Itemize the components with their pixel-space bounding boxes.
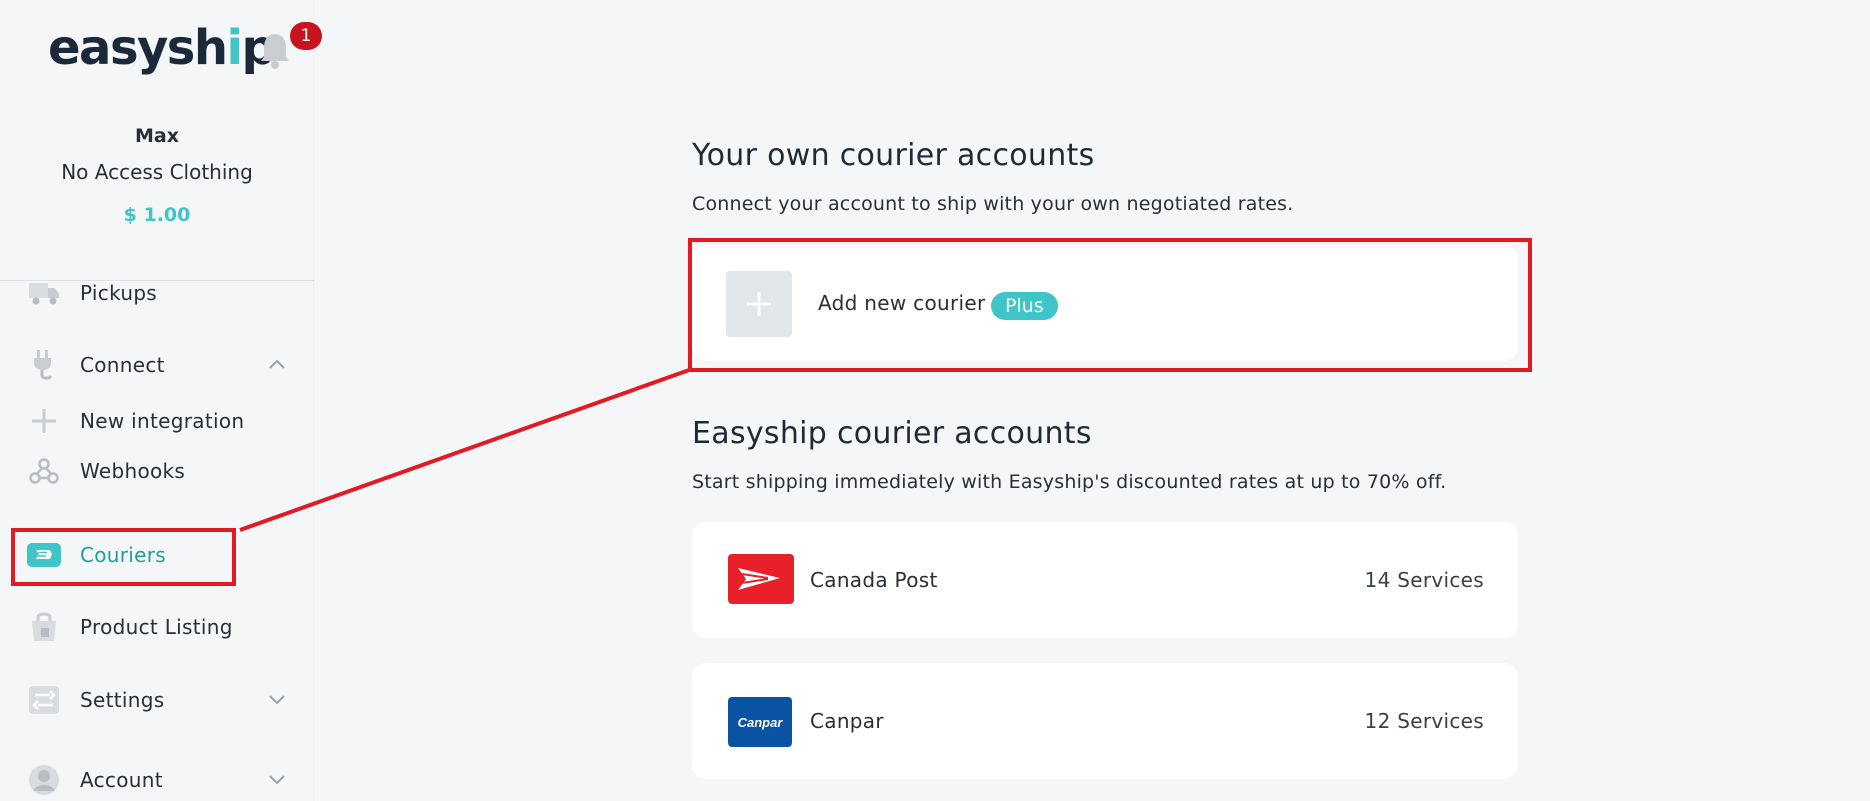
user-icon [26,764,62,796]
sidebar-item-settings[interactable]: Settings [26,680,286,720]
courier-services-count: 12 Services [1364,709,1484,733]
plug-icon [26,349,62,381]
own-accounts-subtitle: Connect your account to ship with your o… [692,193,1294,215]
sidebar-item-connect[interactable]: Connect [26,345,286,385]
courier-card-canpar[interactable]: Canpar Canpar 12 Services [692,663,1518,779]
company-name: No Access Clothing [61,160,253,184]
profile-block: Max No Access Clothing $ 1.00 [0,120,314,230]
plus-icon [26,405,62,437]
add-courier-button[interactable] [726,271,792,337]
sidebar-item-label: Settings [80,688,165,712]
truck-icon [26,277,62,309]
add-courier-label: Add new courier [818,291,986,315]
plus-icon [747,292,771,316]
courier-services-count: 14 Services [1364,568,1484,592]
notification-badge[interactable]: 1 [290,22,322,50]
plus-plan-badge: Plus [991,292,1058,320]
sidebar-item-label: Product Listing [80,615,233,639]
sidebar-item-product-listing[interactable]: Product Listing [26,607,286,647]
sidebar-item-new-integration[interactable]: New integration [26,401,286,441]
settings-icon [26,684,62,716]
sidebar-item-label: Account [80,768,163,792]
user-name: Max [135,125,179,147]
sidebar-item-pickups[interactable]: Pickups [26,273,286,313]
courier-icon [26,539,62,571]
sidebar: easyship 1 Max No Access Clothing $ 1.00… [0,0,322,801]
chevron-down-icon[interactable] [268,692,286,706]
account-balance[interactable]: $ 1.00 [0,200,314,230]
chevron-down-icon[interactable] [268,772,286,786]
easyship-accounts-subtitle: Start shipping immediately with Easyship… [692,471,1447,493]
easyship-logo[interactable]: easyship [48,18,276,78]
sidebar-item-label: Pickups [80,281,158,305]
sidebar-item-label: Webhooks [80,459,186,483]
courier-name: Canada Post [810,568,938,592]
sidebar-item-account[interactable]: Account [26,760,286,800]
courier-name: Canpar [810,709,884,733]
canpar-logo: Canpar [728,697,792,747]
courier-card-canada-post[interactable]: Canada Post 14 Services [692,522,1518,638]
webhook-icon [26,455,62,487]
sidebar-item-label: Couriers [80,543,167,567]
canada-post-logo [728,554,794,604]
canpar-logo-text: Canpar [737,714,783,730]
sidebar-item-label: New integration [80,409,245,433]
logo-accent: i [226,20,243,76]
add-new-courier-card[interactable]: Add new courier Plus [692,245,1518,361]
sidebar-item-webhooks[interactable]: Webhooks [26,451,286,491]
own-accounts-title: Your own courier accounts [692,138,1095,173]
logo-text: easysh [48,20,228,76]
chevron-up-icon[interactable] [268,357,286,371]
easyship-accounts-title: Easyship courier accounts [692,416,1092,451]
bell-icon[interactable] [258,30,292,70]
sidebar-item-couriers[interactable]: Couriers [26,535,286,575]
shopping-bag-icon [26,611,62,643]
sidebar-item-label: Connect [80,353,165,377]
